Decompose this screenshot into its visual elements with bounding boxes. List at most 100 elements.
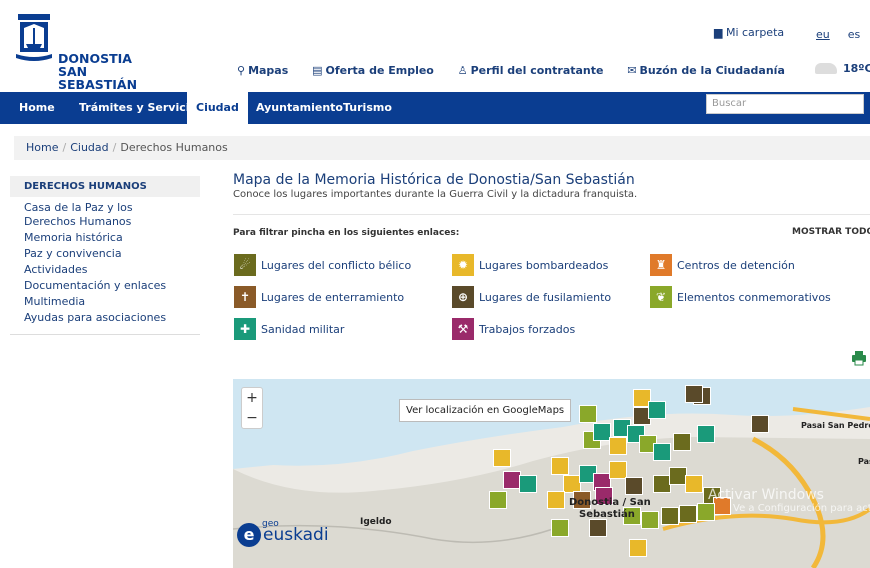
filter-label-text: Trabajos forzados (479, 322, 576, 336)
filter-bombardeados[interactable]: ✹ Lugares bombardeados (452, 254, 608, 276)
map-marker[interactable] (551, 519, 569, 537)
map-label-igeldo: Igeldo (360, 517, 392, 527)
tower-icon: ♜ (650, 254, 672, 276)
cloud-icon (815, 63, 837, 74)
filter-label-text: Lugares de enterramiento (261, 290, 405, 304)
windows-watermark-sub: Ve a Configuración para activar Windows. (733, 503, 870, 514)
euskadi-e-icon: e (237, 523, 261, 547)
zoom-in-button[interactable]: + (242, 388, 262, 408)
sidebar-item-actividades[interactable]: Actividades (10, 262, 200, 278)
map-marker[interactable] (673, 433, 691, 451)
logo-text: DONOSTIA SAN SEBASTIÁN (58, 52, 154, 91)
pin-icon: ⚲ (237, 64, 246, 77)
map-marker[interactable] (648, 401, 666, 419)
language-switcher: eu es (816, 28, 860, 41)
sidebar-item-casa-paz[interactable]: Casa de la Paz y los Derechos Humanos (10, 200, 200, 230)
map-marker[interactable] (653, 443, 671, 461)
breadcrumb-separator: / (112, 141, 117, 154)
filter-label: Para filtrar pincha en los siguientes en… (233, 228, 460, 238)
map-label-donostia: Donostia / San (569, 497, 651, 508)
map-marker[interactable] (493, 449, 511, 467)
map-marker[interactable] (685, 385, 703, 403)
filter-label-text: Lugares de fusilamiento (479, 290, 612, 304)
filter-enterramiento[interactable]: ✝ Lugares de enterramiento (234, 286, 404, 308)
nav-turismo[interactable]: Turismo (334, 92, 401, 124)
medical-cross-icon: ✚ (234, 318, 256, 340)
list-icon: ▤ (312, 64, 323, 77)
sidebar: DERECHOS HUMANOS Casa de la Paz y los De… (10, 176, 200, 335)
map-marker[interactable] (685, 475, 703, 493)
zoom-out-button[interactable]: − (242, 408, 262, 428)
map-marker[interactable] (579, 405, 597, 423)
link-label: Mapas (248, 64, 289, 77)
nav-ciudad[interactable]: Ciudad (187, 92, 248, 124)
grave-icon: ✝ (234, 286, 256, 308)
sidebar-item-multimedia[interactable]: Multimedia (10, 294, 200, 310)
filter-label-text: Sanidad militar (261, 322, 345, 336)
sidebar-heading[interactable]: DERECHOS HUMANOS (10, 176, 200, 197)
filter-conmemorativos[interactable]: ❦ Elementos conmemorativos (650, 286, 831, 308)
map-tooltip[interactable]: Ver localización en GoogleMaps (399, 399, 572, 422)
city-crest-icon (16, 14, 52, 61)
map-marker[interactable] (679, 505, 697, 523)
weather-widget: 18ºC (815, 62, 870, 75)
breadcrumb-ciudad[interactable]: Ciudad (70, 141, 108, 154)
filter-conflicto-belico[interactable]: ☄ Lugares del conflicto bélico (234, 254, 411, 276)
map-label-pas: Pas (858, 457, 870, 466)
search-input[interactable]: Buscar (706, 94, 864, 114)
map-marker[interactable] (609, 437, 627, 455)
map-marker[interactable] (547, 491, 565, 509)
filter-fusilamiento[interactable]: ⊕ Lugares de fusilamiento (452, 286, 611, 308)
temperature: 18ºC (843, 62, 870, 75)
breadcrumb-current: Derechos Humanos (120, 141, 228, 154)
filter-label-text: Centros de detención (677, 258, 795, 272)
memory-map[interactable]: + − Ver localización en GoogleMaps Igeld… (233, 379, 870, 568)
breadcrumb: Home / Ciudad / Derechos Humanos (14, 136, 870, 160)
map-label-sebastian: Sebastián (579, 509, 635, 520)
filter-label-text: Lugares bombardeados (479, 258, 609, 272)
map-marker[interactable] (489, 491, 507, 509)
zoom-control: + − (241, 387, 263, 429)
link-mapas[interactable]: ⚲ Mapas (237, 64, 298, 77)
sidebar-item-documentacion[interactable]: Documentación y enlaces (10, 278, 200, 294)
link-buzon-ciudadania[interactable]: ✉ Buzón de la Ciudadanía (627, 64, 795, 77)
map-marker[interactable] (589, 519, 607, 537)
top-header: DONOSTIA SAN SEBASTIÁN ⚲ Mapas ▤ Oferta de… (0, 0, 870, 91)
map-marker[interactable] (625, 477, 643, 495)
lang-es[interactable]: es (848, 28, 861, 41)
carpeta-label: Mi carpeta (725, 26, 785, 39)
geoeuskadi-logo[interactable]: e geo euskadi (237, 519, 329, 547)
nav-home[interactable]: Home (10, 92, 64, 124)
person-icon: ♙ (457, 64, 468, 77)
map-marker[interactable] (551, 457, 569, 475)
filter-trabajos-forzados[interactable]: ⚒ Trabajos forzados (452, 318, 575, 340)
sidebar-item-paz[interactable]: Paz y convivencia (10, 246, 200, 262)
lang-eu[interactable]: eu (816, 28, 830, 41)
map-marker[interactable] (641, 511, 659, 529)
page-title: Mapa de la Memoria Histórica de Donostia… (233, 172, 635, 188)
printer-icon[interactable] (851, 350, 867, 366)
breadcrumb-home[interactable]: Home (26, 141, 58, 154)
filter-sanidad-militar[interactable]: ✚ Sanidad militar (234, 318, 344, 340)
map-marker[interactable] (697, 425, 715, 443)
map-marker[interactable] (519, 475, 537, 493)
filter-label-text: Lugares del conflicto bélico (261, 258, 412, 272)
filter-centros-detencion[interactable]: ♜ Centros de detención (650, 254, 795, 276)
logo-line-2: SAN SEBASTIÁN (58, 64, 138, 92)
map-marker[interactable] (629, 539, 647, 557)
link-label: Buzón de la Ciudadanía (639, 64, 785, 77)
sidebar-item-memoria[interactable]: Memoria histórica (10, 230, 200, 246)
bomb-icon: ✹ (452, 254, 474, 276)
show-all-link[interactable]: MOSTRAR TODOS (792, 227, 870, 237)
map-marker[interactable] (751, 415, 769, 433)
city-logo[interactable]: DONOSTIA SAN SEBASTIÁN (14, 14, 154, 91)
main-nav: Home Trámites y Servicios Ciudad Ayuntam… (0, 92, 870, 124)
mi-carpeta-link[interactable]: ▆ Mi carpeta (714, 26, 784, 39)
sidebar-item-ayudas[interactable]: Ayudas para asociaciones (10, 310, 200, 326)
divider (233, 214, 870, 215)
map-marker[interactable] (661, 507, 679, 525)
link-oferta-empleo[interactable]: ▤ Oferta de Empleo (312, 64, 444, 77)
link-perfil-contratante[interactable]: ♙ Perfil del contratante (458, 64, 614, 77)
mail-icon: ✉ (627, 64, 637, 77)
map-marker[interactable] (697, 503, 715, 521)
